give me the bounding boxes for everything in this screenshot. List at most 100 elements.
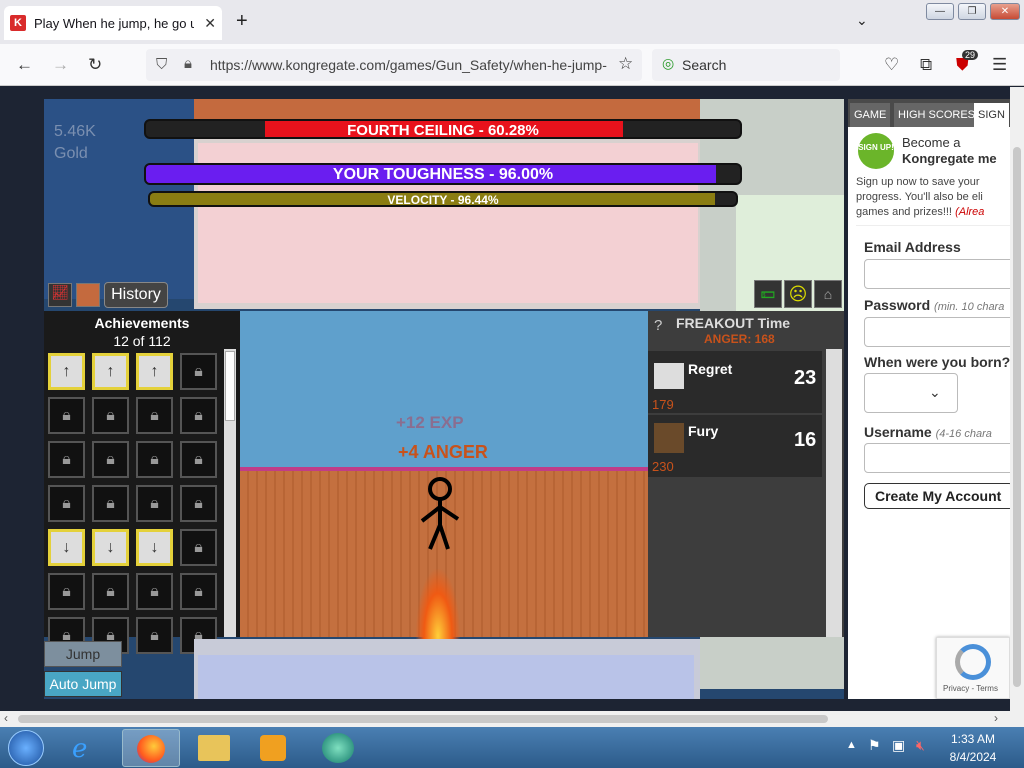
create-account-button[interactable]: Create My Account (864, 483, 1010, 509)
bookmark-star-icon[interactable]: ☆ (618, 54, 633, 74)
jump-button[interactable]: Jump (44, 641, 122, 667)
network-icon[interactable]: ▣ (892, 737, 905, 754)
freakout-help-icon[interactable]: ? (654, 317, 662, 334)
already-member-link[interactable]: (Alrea (955, 206, 984, 218)
back-arrow-icon[interactable]: ← (16, 55, 33, 75)
extensions-icon[interactable]: ⧉ (920, 55, 932, 75)
close-tab-icon[interactable]: ✕ (204, 15, 216, 32)
achievement-locked-icon[interactable]: 🔒︎ (180, 573, 217, 610)
achievement-locked-icon[interactable]: 🔒︎ (136, 617, 173, 654)
search-input[interactable]: ◎ Search (652, 49, 840, 81)
achievement-locked-icon[interactable]: 🔒︎ (92, 485, 129, 522)
achievement-locked-icon[interactable]: 🔒︎ (92, 441, 129, 478)
achievements-scroll-thumb[interactable] (225, 351, 235, 421)
achievements-title: Achievements (94, 315, 190, 331)
page-content: 5.46K Gold FOURTH CEILING - 60.28% YOUR … (0, 87, 1024, 711)
url-text[interactable]: https://www.kongregate.com/games/Gun_Saf… (210, 57, 610, 73)
close-window-button[interactable]: ✕ (990, 3, 1020, 20)
freakout-item-fury[interactable]: Fury 16 230 (648, 415, 822, 477)
recaptcha-badge[interactable]: Privacy - Terms (936, 637, 1010, 699)
username-field[interactable] (864, 443, 1010, 473)
achievement-unlocked[interactable]: ↓ (48, 529, 85, 566)
tab-list-chevron-icon[interactable]: ⌄ (856, 12, 868, 29)
angry-face-icon[interactable]: ☹ (784, 280, 812, 308)
achievement-locked-icon[interactable]: 🔒︎ (180, 529, 217, 566)
tab-high-scores[interactable]: HIGH SCORES (894, 103, 980, 127)
freakout-item-regret[interactable]: Regret 23 179 (648, 351, 822, 413)
auto-jump-button[interactable]: Auto Jump (44, 671, 122, 697)
achievement-locked-icon[interactable]: 🔒︎ (92, 397, 129, 434)
forward-arrow-icon[interactable]: → (52, 55, 69, 75)
start-button[interactable] (8, 730, 44, 766)
achievement-locked-icon[interactable]: 🔒︎ (136, 485, 173, 522)
flag-icon[interactable]: ⚑ (868, 737, 881, 754)
achievement-locked-icon[interactable]: 🔒︎ (180, 441, 217, 478)
item-level: 23 (794, 367, 817, 389)
url-bar[interactable]: ⛉ 🔒︎ https://www.kongregate.com/games/Gu… (146, 49, 642, 81)
achievement-locked-icon[interactable]: 🔒︎ (180, 485, 217, 522)
achievement-locked-icon[interactable]: 🔒︎ (180, 397, 217, 434)
password-field[interactable] (864, 317, 1010, 347)
search-placeholder: Search (682, 57, 727, 73)
clock-date[interactable]: 8/4/2024 (946, 750, 1000, 764)
settings-icon[interactable]: ⌂ (814, 280, 842, 308)
birth-select[interactable]: ⌄ (864, 373, 958, 413)
achievement-locked-icon[interactable]: 🔒︎ (136, 441, 173, 478)
achievement-unlocked[interactable]: ↑ (48, 353, 85, 390)
email-label: Email Address (864, 239, 961, 255)
restore-window-button[interactable]: ❐ (958, 3, 986, 20)
achievement-locked-icon[interactable]: 🔒︎ (48, 573, 85, 610)
firefox-taskbar-button[interactable] (122, 729, 180, 767)
velocity-bar: VELOCITY - 96.44% (148, 191, 738, 207)
achievement-locked-icon[interactable]: 🔒︎ (136, 573, 173, 610)
media-player-icon[interactable] (260, 735, 286, 761)
recaptcha-text: Privacy - Terms (943, 684, 998, 693)
birth-label: When were you born? (864, 354, 1010, 370)
scroll-left-icon[interactable]: ‹ (4, 711, 8, 725)
achievement-locked-icon[interactable]: 🔒︎ (48, 441, 85, 478)
volume-muted-icon[interactable]: 🔇︎ (916, 737, 925, 754)
horizontal-scroll-thumb[interactable] (18, 715, 828, 723)
shield-icon[interactable]: ⛉ (156, 56, 167, 73)
bottom-room (198, 655, 694, 699)
achievement-unlocked[interactable]: ↑ (136, 353, 173, 390)
achievement-unlocked[interactable]: ↓ (136, 529, 173, 566)
tab-sign-in[interactable]: SIGN (974, 103, 1009, 127)
shop-icon[interactable] (76, 283, 100, 307)
browser-tab[interactable]: K Play When he jump, he go up b ✕ (4, 6, 222, 40)
lock-icon[interactable]: 🔒︎ (184, 55, 192, 72)
page-horizontal-scrollbar[interactable]: ‹ › (0, 711, 1024, 727)
username-label-text: Username (864, 424, 932, 440)
achievement-unlocked[interactable]: ↑ (92, 353, 129, 390)
history-button[interactable]: History (104, 282, 168, 308)
achievement-unlocked[interactable]: ↓ (92, 529, 129, 566)
password-label-text: Password (864, 297, 931, 313)
stats-chart-icon[interactable]: 📈︎ (48, 283, 72, 307)
pocket-icon[interactable]: ♡ (884, 55, 899, 75)
achievement-locked-icon[interactable]: 🔒︎ (92, 573, 129, 610)
scroll-right-icon[interactable]: › (994, 711, 998, 725)
app-icon[interactable] (322, 733, 354, 763)
file-explorer-icon[interactable] (198, 735, 230, 761)
achievement-locked-icon[interactable]: 🔒︎ (48, 485, 85, 522)
page-vertical-scrollbar[interactable] (1010, 87, 1024, 711)
tab-game[interactable]: GAME (850, 103, 891, 127)
achievement-locked-icon[interactable]: 🔒︎ (48, 397, 85, 434)
show-hidden-icons[interactable]: ▲ (846, 739, 857, 751)
reload-icon[interactable]: ↻ (88, 55, 102, 75)
email-field[interactable] (864, 259, 1010, 289)
achievements-scrollbar[interactable] (224, 349, 236, 637)
freakout-scrollbar[interactable] (826, 349, 842, 637)
achievement-locked-icon[interactable]: 🔒︎ (136, 397, 173, 434)
game-canvas[interactable]: 5.46K Gold FOURTH CEILING - 60.28% YOUR … (44, 99, 844, 699)
new-tab-icon[interactable]: + (236, 10, 248, 33)
windows-taskbar: ℯ ▲ ⚑ ▣ 🔇︎ 1:33 AM 8/4/2024 (0, 727, 1024, 768)
clock-time[interactable]: 1:33 AM (946, 732, 1000, 746)
minimize-window-button[interactable]: — (926, 3, 954, 20)
freakout-anger: ANGER: 168 (704, 332, 775, 346)
money-icon[interactable]: 💵︎ (754, 280, 782, 308)
internet-explorer-icon[interactable]: ℯ (72, 733, 87, 764)
menu-hamburger-icon[interactable]: ☰ (992, 55, 1007, 75)
vertical-scroll-thumb[interactable] (1013, 147, 1021, 687)
achievement-locked-icon[interactable]: 🔒︎ (180, 353, 217, 390)
